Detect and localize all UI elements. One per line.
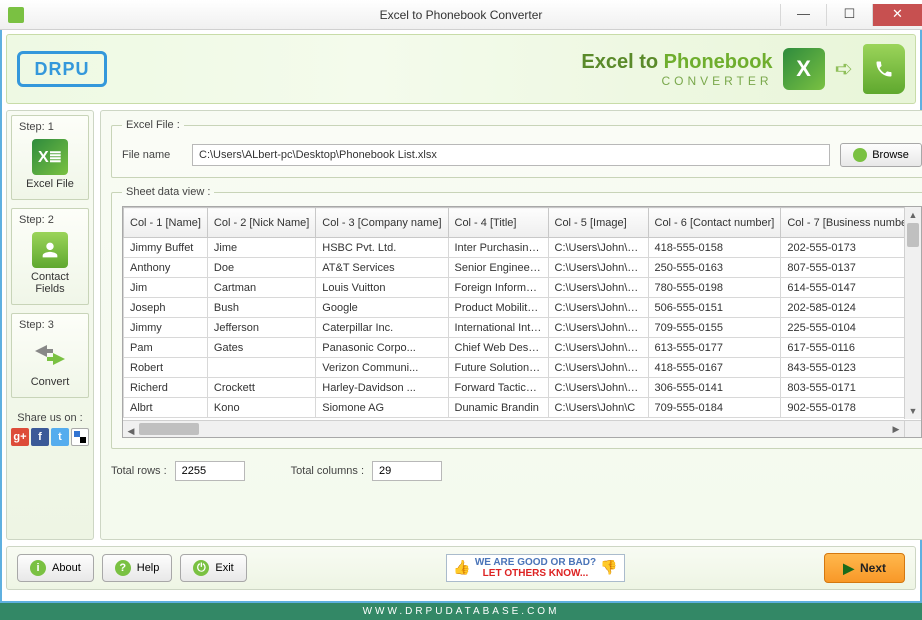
convert-icon: [32, 337, 68, 373]
excel-file-button[interactable]: X≣ Excel File: [15, 135, 85, 196]
column-header[interactable]: Col - 7 [Business number]: [781, 208, 921, 238]
excel-icon: X≣: [32, 139, 68, 175]
column-header[interactable]: Col - 4 [Title]: [448, 208, 548, 238]
table-row[interactable]: JimmyJeffersonCaterpillar Inc.Internatio…: [124, 318, 921, 338]
column-header[interactable]: Col - 3 [Company name]: [316, 208, 448, 238]
delicious-icon[interactable]: [71, 428, 89, 446]
brand-header: DRPU Excel to Phonebook CONVERTER X ➪: [6, 34, 916, 104]
googleplus-icon[interactable]: g+: [11, 428, 29, 446]
column-header[interactable]: Col - 5 [Image]: [548, 208, 648, 238]
brand-title: Excel to Phonebook: [581, 51, 772, 74]
brand-subtitle: CONVERTER: [581, 74, 772, 88]
power-icon: ⏻: [193, 560, 209, 576]
step-1-group: Step: 1 X≣ Excel File: [11, 115, 89, 200]
filename-label: File name: [122, 149, 182, 161]
sheet-data-legend: Sheet data view :: [122, 186, 214, 198]
phonebook-brand-icon: [863, 44, 905, 94]
browse-icon: [853, 148, 867, 162]
table-row[interactable]: AnthonyDoeAT&T ServicesSenior Engineerin…: [124, 258, 921, 278]
minimize-button[interactable]: —: [780, 4, 826, 26]
bottom-bar: iAbout ?Help ⏻Exit 👍 WE ARE GOOD OR BAD?…: [6, 546, 916, 590]
share-label: Share us on :: [11, 412, 89, 424]
about-button[interactable]: iAbout: [17, 554, 94, 582]
vertical-scrollbar[interactable]: ▲▼: [904, 207, 921, 419]
facebook-icon[interactable]: f: [31, 428, 49, 446]
thumbs-down-icon: 👎: [600, 560, 617, 575]
table-row[interactable]: RobertVerizon Communi...Future Solutions…: [124, 358, 921, 378]
total-cols-label: Total columns :: [291, 465, 364, 477]
step-2-label: Step: 2: [15, 212, 85, 228]
close-button[interactable]: ✕: [872, 4, 922, 26]
arrow-icon: ➪: [835, 56, 853, 82]
thumbs-up-icon: 👍: [453, 560, 470, 575]
info-icon: i: [30, 560, 46, 576]
browse-button[interactable]: Browse: [840, 143, 922, 167]
help-button[interactable]: ?Help: [102, 554, 173, 582]
step-2-group: Step: 2 Contact Fields: [11, 208, 89, 305]
contacts-icon: [32, 232, 68, 268]
table-row[interactable]: JimCartmanLouis VuittonForeign Informati…: [124, 278, 921, 298]
step-3-group: Step: 3 Convert: [11, 313, 89, 398]
column-header[interactable]: Col - 1 [Name]: [124, 208, 208, 238]
total-cols-value: [372, 461, 442, 481]
excel-brand-icon: X: [783, 48, 825, 90]
window-title: Excel to Phonebook Converter: [380, 8, 543, 22]
excel-file-legend: Excel File :: [122, 119, 184, 131]
table-row[interactable]: AlbrtKonoSiomone AGDunamic BrandinC:\Use…: [124, 398, 921, 418]
sidebar: Step: 1 X≣ Excel File Step: 2 Contact Fi…: [6, 110, 94, 540]
step-1-label: Step: 1: [15, 119, 85, 135]
total-rows-label: Total rows :: [111, 465, 167, 477]
step-3-label: Step: 3: [15, 317, 85, 333]
column-header[interactable]: Col - 2 [Nick Name]: [207, 208, 315, 238]
next-arrow-icon: ▶: [843, 560, 854, 577]
footer-url: WWW.DRPUDATABASE.COM: [0, 603, 922, 620]
convert-button[interactable]: Convert: [15, 333, 85, 394]
sheet-data-group: Sheet data view : Col - 1 [Name]Col - 2 …: [111, 186, 922, 449]
total-rows-value: [175, 461, 245, 481]
app-icon: [8, 7, 24, 23]
drpu-logo: DRPU: [17, 51, 107, 87]
titlebar: Excel to Phonebook Converter — ☐ ✕: [0, 0, 922, 30]
column-header[interactable]: Col - 6 [Contact number]: [648, 208, 781, 238]
table-row[interactable]: JosephBushGoogleProduct Mobility ...C:\U…: [124, 298, 921, 318]
twitter-icon[interactable]: t: [51, 428, 69, 446]
help-icon: ?: [115, 560, 131, 576]
next-button[interactable]: ▶Next: [824, 553, 905, 583]
exit-button[interactable]: ⏻Exit: [180, 554, 246, 582]
horizontal-scrollbar[interactable]: ◀▶: [123, 420, 904, 437]
table-row[interactable]: PamGatesPanasonic Corpo...Chief Web Desi…: [124, 338, 921, 358]
table-row[interactable]: Jimmy BuffetJimeHSBC Pvt. Ltd.Inter Purc…: [124, 238, 921, 258]
feedback-banner[interactable]: 👍 WE ARE GOOD OR BAD? LET OTHERS KNOW...…: [446, 554, 624, 582]
main-panel: Excel File : File name Browse Sheet data…: [100, 110, 922, 540]
contact-fields-button[interactable]: Contact Fields: [15, 228, 85, 301]
data-grid[interactable]: Col - 1 [Name]Col - 2 [Nick Name]Col - 3…: [122, 206, 922, 438]
file-path-input[interactable]: [192, 144, 830, 166]
excel-file-group: Excel File : File name Browse: [111, 119, 922, 178]
maximize-button[interactable]: ☐: [826, 4, 872, 26]
table-row[interactable]: RicherdCrockettHarley-Davidson ...Forwar…: [124, 378, 921, 398]
